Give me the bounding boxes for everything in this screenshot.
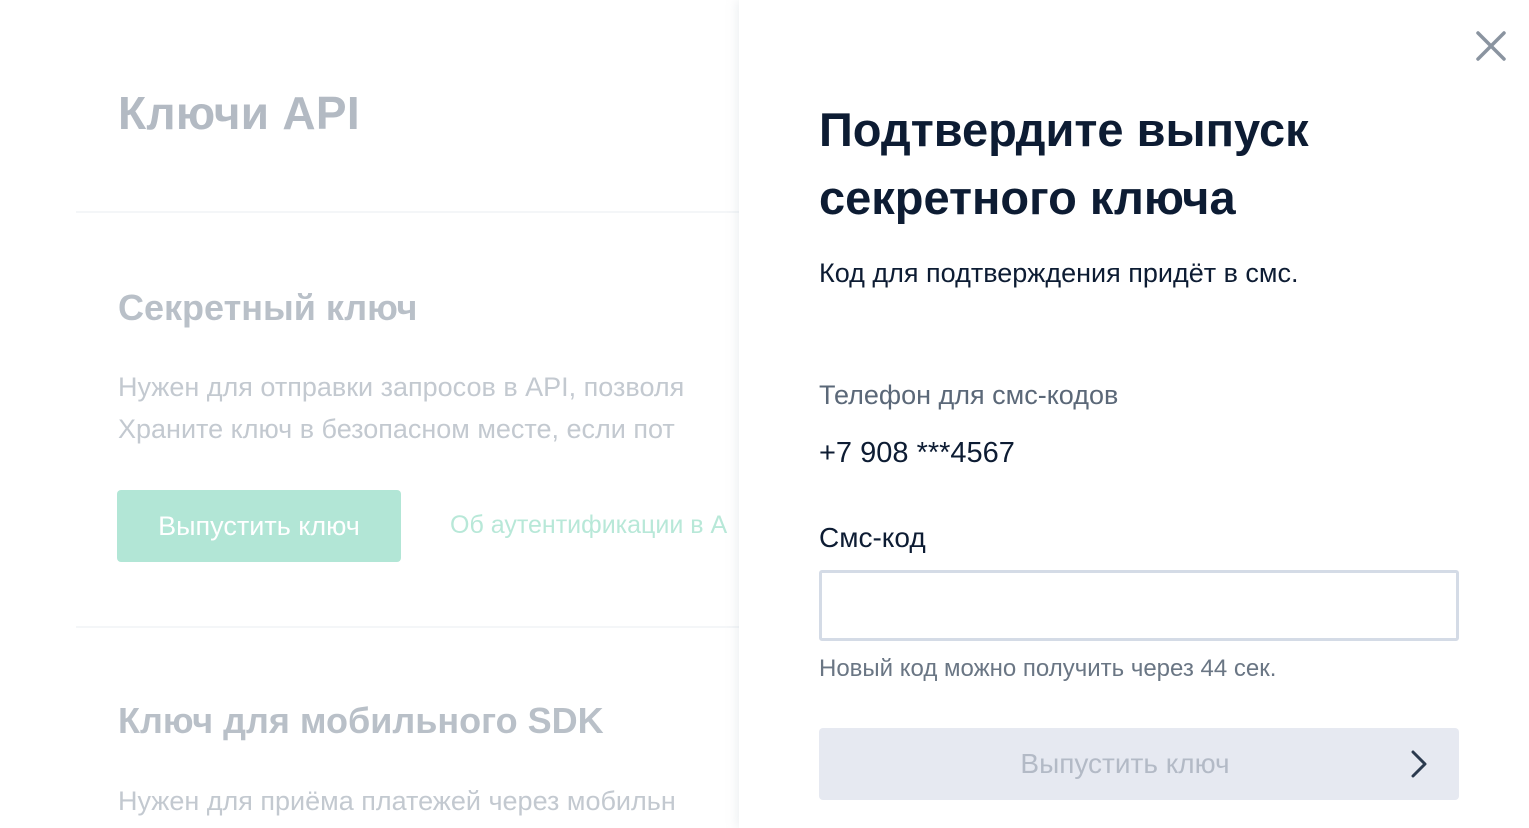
phone-label: Телефон для смс-кодов (819, 380, 1119, 410)
sms-code-input[interactable] (819, 570, 1459, 641)
phone-value: +7 908 ***4567 (819, 437, 1015, 469)
close-icon (1476, 31, 1506, 61)
secret-key-title: Секретный ключ (118, 287, 418, 328)
section-divider (76, 211, 776, 213)
submit-issue-key-button[interactable]: Выпустить ключ (819, 728, 1459, 800)
page-title: Ключи API (118, 87, 360, 139)
secret-key-description-line1: Нужен для отправки запросов в API, позво… (118, 372, 685, 402)
issue-secret-key-button[interactable]: Выпустить ключ (117, 490, 401, 562)
confirm-issue-panel: Подтвердите выпуск секретного ключа Код … (739, 0, 1529, 828)
panel-title: Подтвердите выпуск секретного ключа (819, 103, 1309, 224)
panel-subtitle: Код для подтверждения придёт в смс. (819, 258, 1299, 288)
sms-code-label: Смс-код (819, 522, 926, 553)
section-divider (76, 626, 776, 628)
resend-hint: Новый код можно получить через 44 сек. (819, 655, 1277, 682)
mobile-sdk-key-description: Нужен для приёма платежей через мобильн (118, 786, 676, 816)
secret-key-description-line2: Храните ключ в безопасном месте, если по… (118, 414, 675, 444)
chevron-right-icon (1411, 750, 1427, 778)
page: Ключи API Секретный ключ Нужен для отпра… (0, 0, 1529, 828)
submit-button-label: Выпустить ключ (1020, 748, 1230, 779)
auth-docs-link[interactable]: Об аутентификации в А (450, 511, 727, 540)
mobile-sdk-key-title: Ключ для мобильного SDK (118, 700, 604, 741)
close-button[interactable] (1473, 28, 1509, 64)
